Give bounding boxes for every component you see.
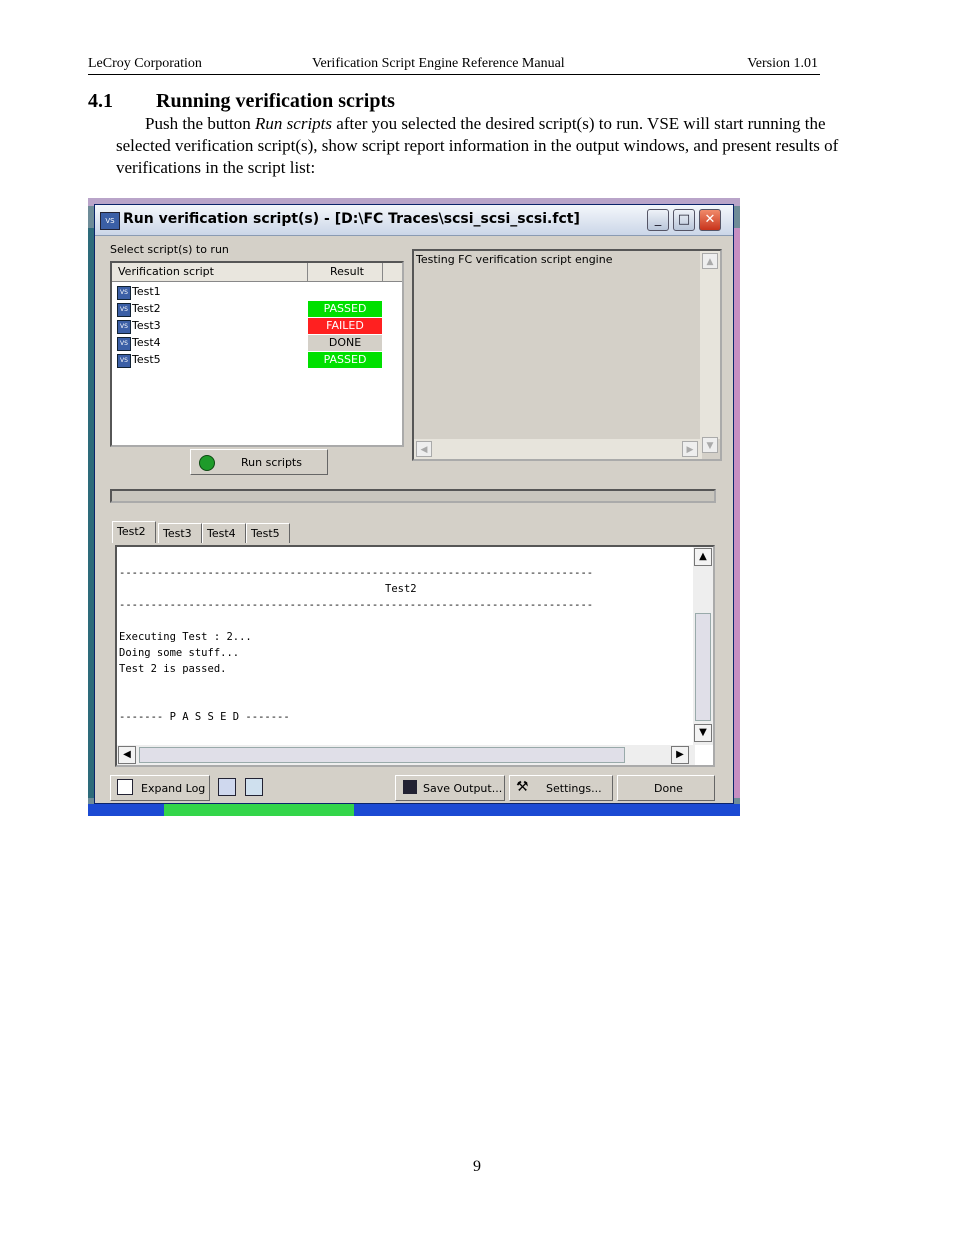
dialog-title: Run verification script(s) - [D:\FC Trac… <box>123 211 580 227</box>
scroll-down-icon[interactable]: ▼ <box>702 437 718 453</box>
result-badge: FAILED <box>308 318 382 334</box>
output-divider: ----------------------------------------… <box>119 567 594 579</box>
select-scripts-label: Select script(s) to run <box>110 243 229 256</box>
output-line: Doing some stuff... <box>119 647 240 659</box>
save-output-label: Save Output... <box>423 782 503 795</box>
body-paragraph: Push the button Run scripts after you se… <box>116 113 846 179</box>
vse-app-icon: VS <box>100 212 120 230</box>
tools-icon: ⚒ <box>516 779 529 795</box>
dialog-titlebar[interactable]: VS Run verification script(s) - [D:\FC T… <box>95 205 733 236</box>
script-row[interactable]: VS Test5 PASSED <box>115 352 401 369</box>
script-icon: VS <box>117 303 131 317</box>
result-badge: PASSED <box>308 301 382 317</box>
scroll-down-icon[interactable]: ▼ <box>694 724 712 742</box>
section-number: 4.1 <box>88 90 113 112</box>
script-row[interactable]: VS Test1 <box>115 284 401 301</box>
output-line: ------- P A S S E D ------- <box>119 711 290 723</box>
scroll-right-icon[interactable]: ▶ <box>671 746 689 764</box>
progress-bar <box>110 489 716 503</box>
tab-test4[interactable]: Test4 <box>202 523 246 543</box>
script-icon: VS <box>117 320 131 334</box>
tab-test3[interactable]: Test3 <box>158 523 202 543</box>
expand-icon <box>117 779 133 795</box>
play-icon <box>199 455 215 471</box>
section-heading: 4.1 Running verification scripts <box>88 90 395 113</box>
header-version: Version 1.01 <box>747 56 818 71</box>
scroll-right-icon[interactable]: ▶ <box>682 441 698 457</box>
run-scripts-label: Run scripts <box>241 456 302 469</box>
col-header-script[interactable]: Verification script <box>118 265 214 278</box>
summary-horizontal-scrollbar[interactable]: ◀ ▶ <box>414 439 702 459</box>
expand-log-label: Expand Log <box>141 782 206 795</box>
script-name: Test4 <box>132 336 161 349</box>
output-horizontal-scrollbar[interactable]: ◀ ▶ <box>117 745 695 765</box>
output-divider: ----------------------------------------… <box>119 599 594 611</box>
expand-log-button[interactable]: Expand Log <box>110 775 210 801</box>
summary-output-pane[interactable]: Testing FC verification script engine ▲ … <box>412 249 722 461</box>
minimize-button[interactable]: _ <box>647 209 669 231</box>
vertical-scroll-thumb[interactable] <box>695 613 711 721</box>
header-manual-title: Verification Script Engine Reference Man… <box>312 56 565 71</box>
script-icon: VS <box>117 354 131 368</box>
script-list[interactable]: Verification script Result VS Test1 VS T… <box>110 261 404 447</box>
script-name: Test1 <box>132 285 161 298</box>
done-button[interactable]: Done <box>617 775 715 801</box>
scroll-left-icon[interactable]: ◀ <box>416 441 432 457</box>
script-name: Test2 <box>132 302 161 315</box>
output-heading: Test2 <box>385 583 417 595</box>
run-scripts-dialog: VS Run verification script(s) - [D:\FC T… <box>94 204 734 804</box>
script-row[interactable]: VS Test3 FAILED <box>115 318 401 335</box>
done-label: Done <box>654 782 683 795</box>
close-button[interactable]: ✕ <box>699 209 721 231</box>
settings-button[interactable]: ⚒ Settings... <box>509 775 613 801</box>
settings-label: Settings... <box>546 782 602 795</box>
script-icon: VS <box>117 286 131 300</box>
script-row[interactable]: VS Test2 PASSED <box>115 301 401 318</box>
page-number: 9 <box>473 1158 481 1175</box>
summary-vertical-scrollbar[interactable]: ▲ ▼ <box>700 251 720 453</box>
output-line: Test 2 is passed. <box>119 663 227 675</box>
result-badge: PASSED <box>308 352 382 368</box>
tab-test5[interactable]: Test5 <box>246 523 290 543</box>
page-header: LeCroy Corporation Verification Script E… <box>88 56 820 75</box>
save-output-button[interactable]: Save Output... <box>395 775 505 801</box>
col-header-result[interactable]: Result <box>330 265 364 278</box>
script-name: Test3 <box>132 319 161 332</box>
background-app-bottom <box>88 804 740 816</box>
output-line: Executing Test : 2... <box>119 631 252 643</box>
scroll-up-icon[interactable]: ▲ <box>694 548 712 566</box>
script-row[interactable]: VS Test4 DONE <box>115 335 401 352</box>
para-part1: Push the button <box>145 114 256 133</box>
scroll-up-icon[interactable]: ▲ <box>702 253 718 269</box>
floppy-disk-icon <box>403 780 417 794</box>
tab-test2[interactable]: Test2 <box>112 521 156 543</box>
vertical-layout-icon[interactable] <box>245 778 263 796</box>
para-italic: Run scripts <box>255 114 333 133</box>
output-vertical-scrollbar[interactable]: ▲ ▼ <box>693 547 713 745</box>
scroll-left-icon[interactable]: ◀ <box>118 746 136 764</box>
script-output-pane[interactable]: ----------------------------------------… <box>115 545 715 767</box>
header-company: LeCroy Corporation <box>88 56 202 71</box>
script-name: Test5 <box>132 353 161 366</box>
screenshot-figure: VS Run verification script(s) - [D:\FC T… <box>88 198 740 816</box>
script-list-header: Verification script Result <box>112 263 402 282</box>
horizontal-scroll-thumb[interactable] <box>139 747 625 763</box>
run-scripts-button[interactable]: Run scripts <box>190 449 328 475</box>
summary-output-text: Testing FC verification script engine <box>416 253 613 266</box>
section-title: Running verification scripts <box>156 90 395 112</box>
result-badge: DONE <box>308 335 382 351</box>
horizontal-layout-icon[interactable] <box>218 778 236 796</box>
maximize-button[interactable]: □ <box>673 209 695 231</box>
script-icon: VS <box>117 337 131 351</box>
